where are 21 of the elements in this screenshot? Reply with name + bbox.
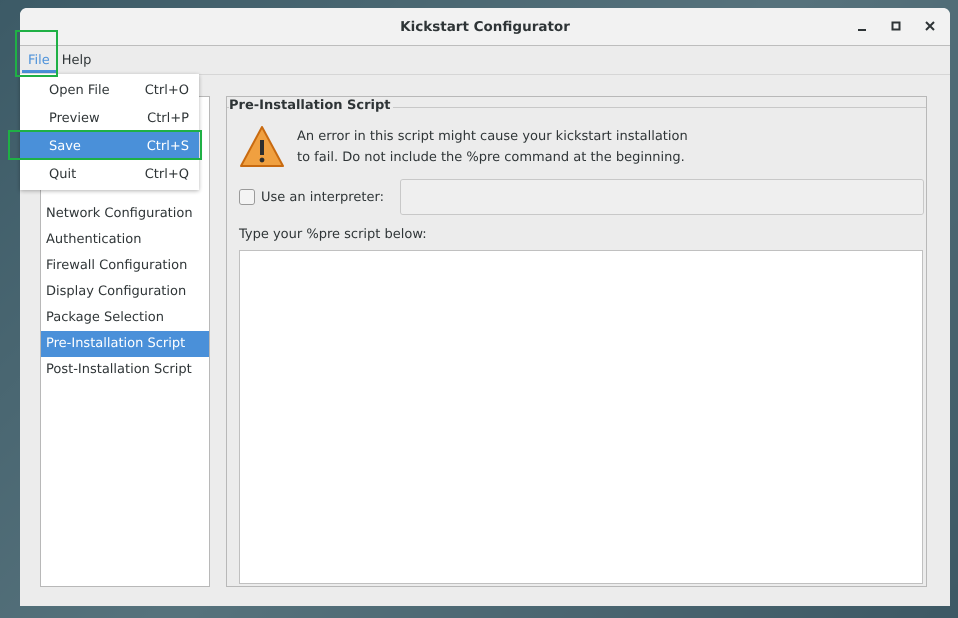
- menu-option[interactable]: Quit Ctrl+Q: [20, 160, 199, 188]
- interpreter-label: Use an interpreter:: [261, 190, 384, 204]
- interpreter-field[interactable]: [400, 179, 924, 215]
- close-icon[interactable]: [924, 20, 936, 32]
- sidebar-item[interactable]: Network Configuration: [41, 201, 209, 227]
- menu-option[interactable]: Open File Ctrl+O: [20, 76, 199, 104]
- menu-option[interactable]: Preview Ctrl+P: [20, 104, 199, 132]
- sidebar-item[interactable]: Post-Installation Script: [41, 357, 209, 383]
- sidebar-item[interactable]: Package Selection: [41, 305, 209, 331]
- sidebar-item[interactable]: Authentication: [41, 227, 209, 253]
- interpreter-checkbox[interactable]: [239, 189, 255, 205]
- sidebar-item[interactable]: Display Configuration: [41, 279, 209, 305]
- sidebar-item[interactable]: Firewall Configuration: [41, 253, 209, 279]
- maximize-icon[interactable]: [890, 20, 902, 32]
- script-label: Type your %pre script below:: [239, 227, 428, 242]
- panel-title: Pre-Installation Script: [229, 98, 392, 113]
- menu-item[interactable]: Help: [56, 48, 98, 72]
- window-title: Kickstart Configurator: [400, 18, 570, 34]
- warning-icon: [239, 125, 285, 169]
- warning-text: An error in this script might cause your kickstart installation to fail. Do not include the %pre command at the beginning.: [297, 128, 689, 167]
- highlight-frame: [15, 30, 58, 77]
